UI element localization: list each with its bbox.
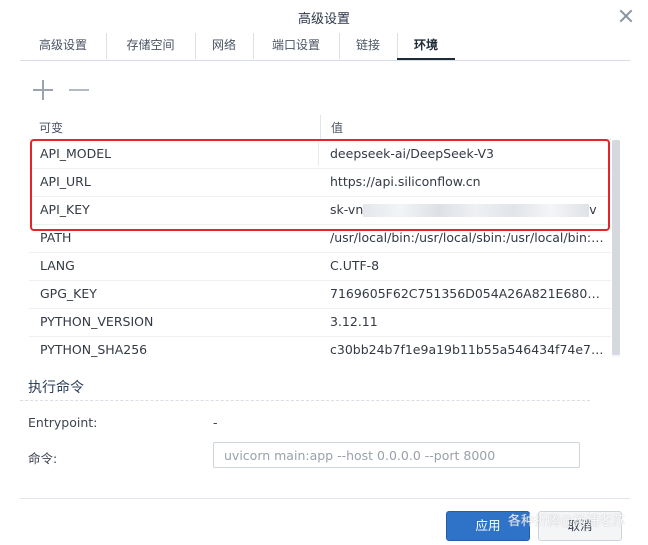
table-row[interactable]: API_MODEL deepseek-ai/DeepSeek-V3 [29,140,611,169]
table-row[interactable]: PYTHON_VERSION 3.12.11 [29,308,611,337]
env-variable-table: 可变 值 API_MODEL deepseek-ai/DeepSeek-V3 A… [29,115,620,357]
footer-divider [20,498,630,499]
command-label: 命令: [28,451,58,466]
tab-bar: 高级设置 存储空间 网络 端口设置 链接 环境 [20,33,630,61]
tab-advanced[interactable]: 高级设置 [20,33,107,59]
env-key: API_KEY [40,202,90,217]
table-row[interactable]: API_URL https://api.siliconflow.cn [29,168,611,197]
env-value: 3.12.11 [330,314,378,329]
title-bar: 高级设置 [0,0,648,33]
env-value: deepseek-ai/DeepSeek-V3 [330,146,495,161]
entrypoint-value: - [213,415,218,430]
plus-icon[interactable] [33,80,53,100]
table-row[interactable]: API_KEY sk-vn v [29,196,611,225]
apply-button[interactable]: 应用 [446,511,530,541]
table-row[interactable]: PYTHON_SHA256 c30bb24b7f1e9a19b11b55a546… [29,336,611,357]
window-title: 高级设置 [297,12,350,27]
tab-port-settings[interactable]: 端口设置 [253,33,340,59]
api-key-suffix: v [589,202,597,217]
env-value: https://api.siliconflow.cn [330,174,481,189]
env-key: GPG_KEY [40,286,97,301]
entrypoint-label: Entrypoint: [28,415,98,430]
tab-environment[interactable]: 环境 [397,33,455,60]
minus-icon[interactable] [69,80,89,100]
env-key: API_URL [40,174,91,189]
redaction-blur [363,204,590,217]
env-value: /usr/local/bin:/usr/local/sbin:/usr/loca… [330,230,604,245]
env-value: C.UTF-8 [330,258,380,273]
scrollbar-thumb[interactable] [612,140,620,355]
tab-storage[interactable]: 存储空间 [106,33,196,59]
cell-divider [318,142,319,166]
tab-network[interactable]: 网络 [195,33,254,59]
column-divider[interactable] [320,115,321,139]
table-header: 可变 值 [29,115,611,140]
env-key: PATH [40,230,72,245]
section-title-execute-command: 执行命令 [28,380,84,396]
close-icon[interactable] [617,7,635,25]
table-row[interactable]: GPG_KEY 7169605F62C751356D054A26A821E680… [29,280,611,309]
env-value-redacted: sk-vn v [330,202,604,217]
env-key: PYTHON_VERSION [40,314,154,329]
table-row[interactable]: PATH /usr/local/bin:/usr/local/sbin:/usr… [29,224,611,253]
cancel-button[interactable]: 取消 [538,511,622,541]
env-key: LANG [40,258,75,273]
table-row[interactable]: LANG C.UTF-8 [29,252,611,281]
env-key: API_MODEL [40,146,112,161]
column-header-variable[interactable]: 可变 [39,119,63,136]
env-key: PYTHON_SHA256 [40,342,148,357]
section-divider [20,400,590,401]
column-header-value[interactable]: 值 [331,119,343,136]
env-value: 7169605F62C751356D054A26A821E680E5FA6305 [330,286,604,301]
tab-links[interactable]: 链接 [339,33,398,59]
api-key-prefix: sk-vn [330,202,364,217]
command-input[interactable] [213,442,580,468]
table-scrollbar[interactable] [612,140,620,357]
env-value: c30bb24b7f1e9a19b11b55a546434f74e739bb4c… [330,342,604,357]
